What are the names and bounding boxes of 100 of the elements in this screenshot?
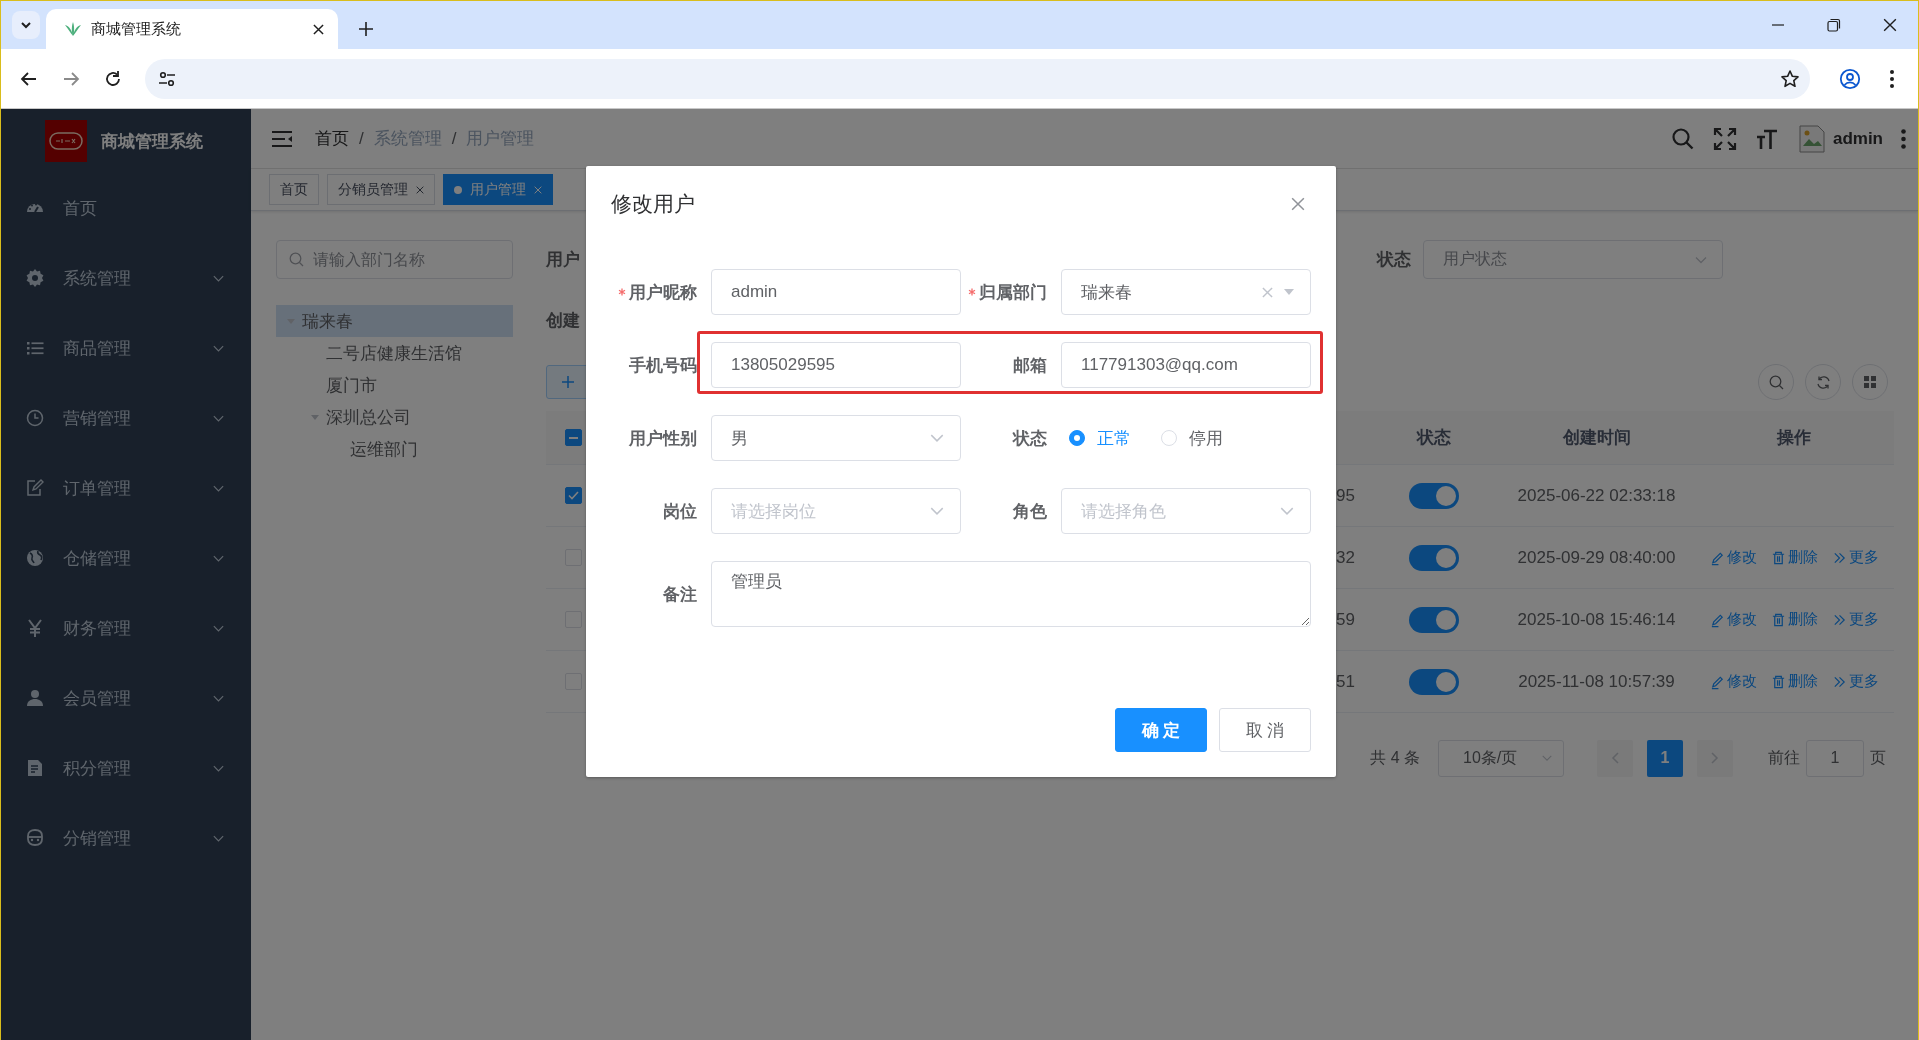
checkbox[interactable]	[565, 429, 582, 446]
refresh-icon	[1815, 374, 1831, 390]
menu-item[interactable]: 会员管理	[1, 663, 251, 733]
search-field[interactable]: 请输入部门名称	[276, 240, 513, 279]
table-cell: 32	[1336, 547, 1355, 567]
tree-node[interactable]: 厦门市	[276, 369, 513, 401]
text-field[interactable]: 13805029595	[711, 342, 961, 388]
menu-item[interactable]: 财务管理	[1, 593, 251, 663]
field-label: 角色	[1013, 500, 1047, 523]
field-label: 岗位	[663, 500, 697, 523]
toggle-switch[interactable]	[1409, 482, 1459, 509]
dash-icon	[569, 436, 578, 439]
check-icon	[568, 491, 579, 500]
close-icon	[313, 23, 324, 35]
kebab-menu-icon[interactable]	[1901, 128, 1906, 149]
action-link[interactable]: 更多	[1831, 548, 1879, 567]
globe-icon	[25, 548, 45, 568]
radio-icon[interactable]	[1069, 430, 1085, 446]
chevron-left-icon	[1611, 752, 1619, 764]
browser-tab[interactable]: 商城管理系统	[46, 9, 338, 49]
toggle-switch[interactable]	[1409, 606, 1459, 633]
select-field[interactable]: 男	[711, 415, 961, 461]
menu-item[interactable]: 订单管理	[1, 453, 251, 523]
checkbox[interactable]	[565, 487, 582, 504]
tree-node[interactable]: 运维部门	[276, 433, 513, 465]
required-icon	[618, 288, 626, 296]
menu-item[interactable]: 营销管理	[1, 383, 251, 453]
close-button[interactable]	[1289, 195, 1307, 213]
select-field[interactable]: 瑞来春	[1061, 269, 1311, 315]
form-label: 创建	[546, 310, 580, 332]
caret-down-icon	[1283, 288, 1295, 296]
reload-icon	[104, 69, 122, 88]
action-link[interactable]: 删除	[1770, 610, 1818, 629]
radio-option[interactable]: 正常	[1069, 426, 1131, 450]
trash-icon	[1770, 673, 1786, 690]
action-link[interactable]: 更多	[1831, 610, 1879, 629]
text-field[interactable]: admin	[711, 269, 961, 315]
dialog-title: 修改用户	[611, 191, 695, 217]
action-link[interactable]: 删除	[1770, 548, 1818, 567]
action-link[interactable]: 修改	[1709, 548, 1757, 567]
tab-tag[interactable]: 首页	[269, 174, 319, 205]
field-label: 手机号码	[629, 354, 697, 377]
field-label: 状态	[1013, 427, 1047, 450]
form-label: 状态	[1377, 249, 1411, 271]
close-icon	[1883, 18, 1897, 32]
tab-list-button[interactable]	[12, 11, 40, 39]
required-icon	[968, 288, 976, 296]
menu-item[interactable]: 分销管理	[1, 803, 251, 873]
clear-icon	[1262, 286, 1273, 298]
field-label: 归属部门	[979, 281, 1047, 304]
tab-tag[interactable]: 分销员管理	[327, 174, 435, 205]
trash-icon	[1770, 549, 1786, 566]
action-link[interactable]: 更多	[1831, 672, 1879, 691]
table-cell: 2025-10-08 15:46:14	[1517, 609, 1676, 630]
action-link[interactable]: 修改	[1709, 610, 1757, 629]
collapse-menu-icon[interactable]	[271, 129, 293, 148]
menu-item[interactable]: 仓储管理	[1, 523, 251, 593]
search-icon[interactable]	[1670, 126, 1695, 151]
select-field[interactable]: 用户状态	[1423, 240, 1723, 279]
search-toggle-button[interactable]	[1758, 364, 1794, 400]
toggle-switch[interactable]	[1409, 544, 1459, 571]
page-size-select[interactable]: 10条/页	[1438, 739, 1564, 777]
select-field[interactable]: 请选择岗位	[711, 488, 961, 534]
cancel-button[interactable]: 取 消	[1219, 708, 1311, 752]
toggle-switch[interactable]	[1409, 668, 1459, 695]
select-field[interactable]: 请选择角色	[1061, 488, 1311, 534]
close-icon	[534, 185, 542, 194]
page-input[interactable]: 1	[1806, 739, 1864, 777]
tab-tag[interactable]: 用户管理	[443, 174, 553, 205]
clock-icon	[25, 408, 45, 428]
columns-button[interactable]	[1852, 364, 1888, 400]
fullscreen-icon[interactable]	[1712, 126, 1737, 151]
grid-icon	[1863, 375, 1877, 389]
textarea-field[interactable]: 管理员	[711, 561, 1311, 627]
refresh-button[interactable]	[1805, 364, 1841, 400]
tree-node[interactable]: 瑞来春	[276, 305, 513, 337]
gear-icon	[25, 268, 45, 288]
action-link[interactable]: 删除	[1770, 672, 1818, 691]
close-icon	[1291, 197, 1305, 211]
menu-item[interactable]: 积分管理	[1, 733, 251, 803]
user-name[interactable]: admin	[1832, 128, 1883, 149]
breadcrumb-link[interactable]: 首页	[315, 127, 349, 150]
arrow-right-icon	[62, 69, 80, 88]
tree-node[interactable]: 深圳总公司	[276, 401, 513, 433]
page-button[interactable]: 1	[1647, 739, 1683, 777]
radio-option[interactable]: 停用	[1161, 426, 1223, 450]
action-link[interactable]: 修改	[1709, 672, 1757, 691]
menu-item[interactable]: 商品管理	[1, 313, 251, 383]
tree-node[interactable]: 二号店健康生活馆	[276, 337, 513, 369]
trash-icon	[1770, 611, 1786, 628]
table-cell: 95	[1336, 485, 1355, 505]
caret-icon[interactable]	[310, 412, 320, 422]
confirm-button[interactable]: 确 定	[1115, 708, 1207, 752]
star-icon[interactable]	[1780, 68, 1800, 89]
menu-item[interactable]: 系统管理	[1, 243, 251, 313]
text-field[interactable]: 117791303@qq.com	[1061, 342, 1311, 388]
menu-item[interactable]: 首页	[1, 173, 251, 243]
field-label: 用户性别	[629, 427, 697, 450]
table-cell: 2025-11-08 10:57:39	[1518, 671, 1675, 692]
page-suffix: 页	[1870, 747, 1886, 768]
